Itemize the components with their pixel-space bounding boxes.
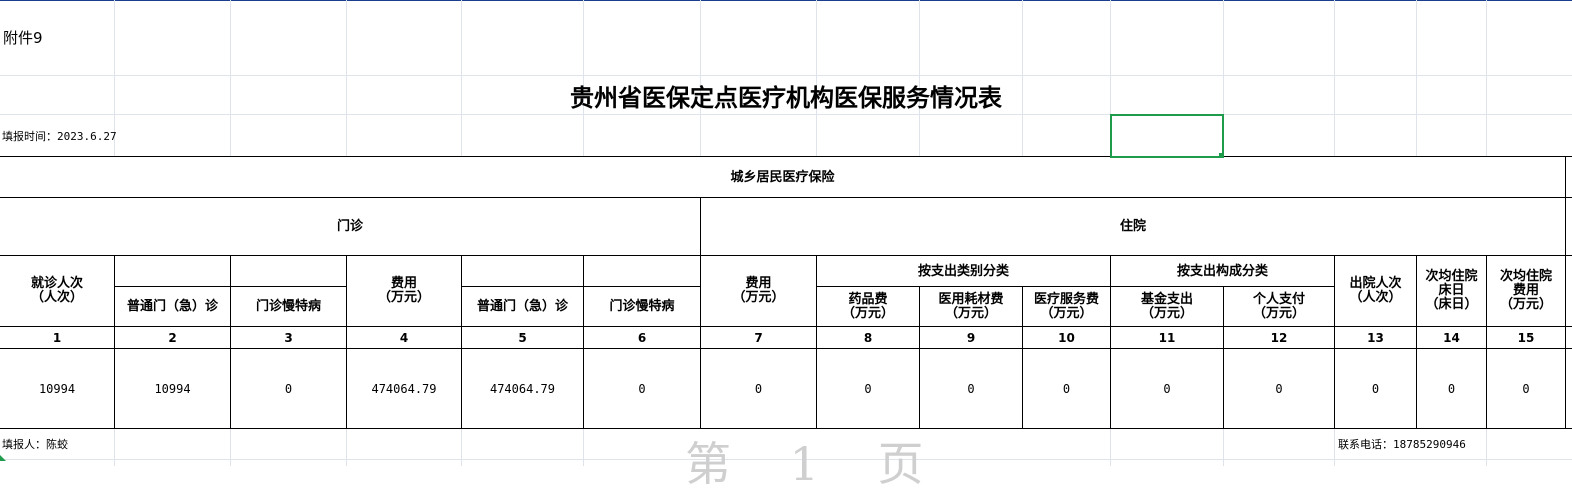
outpatient-header[interactable]: 门诊 bbox=[0, 198, 700, 255]
column-number[interactable]: 8 bbox=[817, 327, 919, 348]
value-cell[interactable]: 0 bbox=[1224, 349, 1334, 428]
header-personal-payment[interactable]: 个人支付 （万元） bbox=[1224, 287, 1334, 326]
header-inpatient-cost[interactable]: 费用 （万元） bbox=[701, 256, 816, 326]
header-cost[interactable]: 费用 （万元） bbox=[347, 256, 461, 326]
column-number[interactable]: 13 bbox=[1335, 327, 1416, 348]
top-border-line bbox=[0, 0, 1572, 1]
header-service-cost[interactable]: 医疗服务费 （万元） bbox=[1023, 287, 1110, 326]
value-cell[interactable]: 0 bbox=[701, 349, 816, 428]
value-cell[interactable]: 0 bbox=[817, 349, 919, 428]
column-number[interactable]: 2 bbox=[115, 327, 230, 348]
inpatient-header[interactable]: 住院 bbox=[701, 198, 1565, 255]
column-number[interactable]: 14 bbox=[1417, 327, 1486, 348]
column-number[interactable]: 3 bbox=[231, 327, 346, 348]
fill-time[interactable]: 填报时间：2023.6.27 bbox=[2, 115, 342, 156]
by-expense-structure-header[interactable]: 按支出构成分类 bbox=[1111, 256, 1334, 286]
header-general-visit[interactable]: 普通门（急）诊 bbox=[115, 287, 230, 326]
column-number[interactable]: 1 bbox=[0, 327, 114, 348]
attachment-label[interactable]: 附件9 bbox=[3, 0, 113, 75]
fill-handle[interactable] bbox=[1219, 153, 1224, 158]
value-cell[interactable]: 0 bbox=[1111, 349, 1223, 428]
column-number[interactable]: 9 bbox=[920, 327, 1022, 348]
column-number[interactable]: 5 bbox=[462, 327, 583, 348]
header-discharges[interactable]: 出院人次 （人次） bbox=[1335, 256, 1416, 326]
value-cell[interactable]: 0 bbox=[1417, 349, 1486, 428]
header-avg-inpatient-cost[interactable]: 次均住院 费用 （万元） bbox=[1487, 256, 1565, 326]
value-cell[interactable]: 0 bbox=[1023, 349, 1110, 428]
insurance-type-header[interactable]: 城乡居民医疗保险 bbox=[0, 157, 1565, 197]
column-number[interactable]: 15 bbox=[1487, 327, 1565, 348]
header-drug-cost[interactable]: 药品费 （万元） bbox=[817, 287, 919, 326]
value-cell[interactable]: 0 bbox=[1335, 349, 1416, 428]
selected-cell[interactable] bbox=[1110, 114, 1224, 158]
value-cell[interactable]: 0 bbox=[231, 349, 346, 428]
value-cell[interactable]: 10994 bbox=[115, 349, 230, 428]
column-number[interactable]: 10 bbox=[1023, 327, 1110, 348]
header-chronic-cost[interactable]: 门诊慢特病 bbox=[584, 287, 700, 326]
phone-label[interactable]: 联系电话：18785290946 bbox=[1338, 429, 1568, 459]
value-cell[interactable]: 0 bbox=[584, 349, 700, 428]
column-number[interactable]: 6 bbox=[584, 327, 700, 348]
corner-marker bbox=[0, 455, 6, 461]
value-cell[interactable]: 474064.79 bbox=[347, 349, 461, 428]
header-consumable-cost[interactable]: 医用耗材费 （万元） bbox=[920, 287, 1022, 326]
column-number[interactable]: 4 bbox=[347, 327, 461, 348]
value-cell[interactable]: 0 bbox=[1487, 349, 1565, 428]
page-watermark: 第 1 页 bbox=[685, 437, 946, 491]
header-general-cost[interactable]: 普通门（急）诊 bbox=[462, 287, 583, 326]
column-number[interactable]: 7 bbox=[701, 327, 816, 348]
column-number[interactable]: 12 bbox=[1224, 327, 1334, 348]
header-avg-bed-days[interactable]: 次均住院 床日 （床日） bbox=[1417, 256, 1486, 326]
value-cell[interactable]: 10994 bbox=[0, 349, 114, 428]
header-fund-payment[interactable]: 基金支出 （万元） bbox=[1111, 287, 1223, 326]
value-cell[interactable]: 0 bbox=[920, 349, 1022, 428]
spreadsheet-grid[interactable]: 附件9 贵州省医保定点医疗机构医保服务情况表 填报时间：2023.6.27 城乡… bbox=[0, 0, 1572, 491]
value-cell[interactable]: 474064.79 bbox=[462, 349, 583, 428]
header-visits[interactable]: 就诊人次 （人次） bbox=[0, 256, 114, 326]
column-number[interactable]: 11 bbox=[1111, 327, 1223, 348]
by-expense-type-header[interactable]: 按支出类别分类 bbox=[817, 256, 1110, 286]
page-title[interactable]: 贵州省医保定点医疗机构医保服务情况表 bbox=[0, 76, 1572, 114]
filler-label[interactable]: 填报人：陈蛟 bbox=[2, 429, 202, 459]
header-chronic-visit[interactable]: 门诊慢特病 bbox=[231, 287, 346, 326]
